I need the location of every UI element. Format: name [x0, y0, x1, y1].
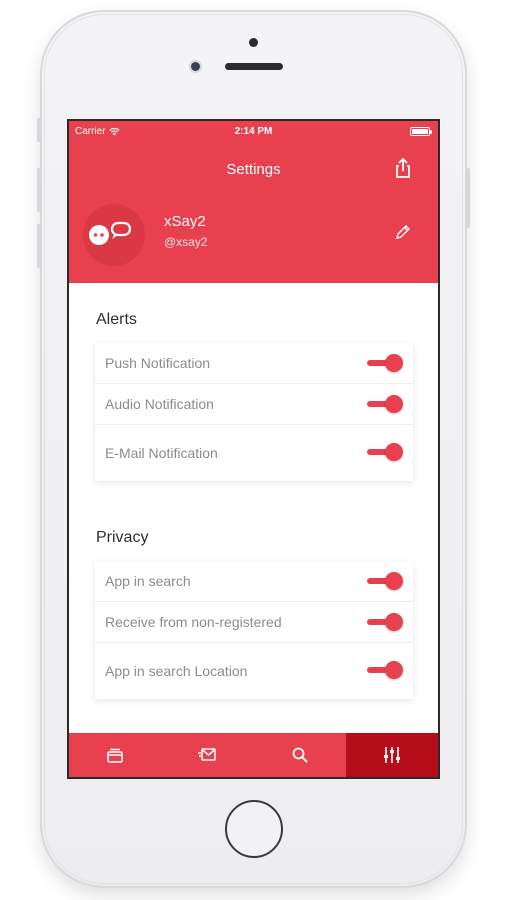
- settings-row[interactable]: App in search Location: [95, 643, 413, 699]
- row-label: Receive from non-registered: [105, 614, 282, 630]
- mute-switch: [37, 118, 41, 142]
- status-bar: Carrier 2:14 PM: [69, 121, 438, 141]
- row-label: Push Notification: [105, 355, 211, 371]
- tab-search[interactable]: [254, 733, 346, 777]
- search-icon: [292, 747, 308, 763]
- battery-icon: [410, 127, 432, 136]
- proximity-sensor: [249, 38, 258, 47]
- profile-row[interactable]: xSay2 @xsay2: [69, 193, 438, 283]
- volume-down-button: [37, 224, 41, 268]
- profile-header: Carrier 2:14 PM Settings xSay2 @xsay2: [69, 121, 438, 283]
- send-message-icon: [198, 748, 217, 761]
- front-camera: [191, 62, 200, 71]
- app-in-search-location-toggle[interactable]: [367, 661, 403, 679]
- section-title-privacy: Privacy: [96, 529, 149, 546]
- page-title: Settings: [226, 161, 281, 178]
- settings-row[interactable]: Push Notification: [95, 343, 413, 384]
- inbox-icon: [107, 748, 123, 763]
- chat-bubbles-logo-icon: [89, 221, 132, 245]
- privacy-card: App in search Receive from non-registere…: [95, 561, 413, 699]
- tab-bar: [69, 733, 438, 777]
- push-notification-toggle[interactable]: [367, 354, 403, 372]
- settings-row[interactable]: Receive from non-registered: [95, 602, 413, 643]
- home-button[interactable]: [225, 800, 283, 858]
- volume-up-button: [37, 168, 41, 212]
- section-title-alerts: Alerts: [96, 311, 137, 328]
- earpiece-speaker: [225, 63, 283, 70]
- sliders-icon: [383, 747, 400, 763]
- user-name: xSay2: [164, 213, 206, 230]
- app-in-search-toggle[interactable]: [367, 572, 403, 590]
- tab-settings[interactable]: [345, 733, 438, 777]
- row-label: App in search: [105, 573, 191, 589]
- status-time: 2:14 PM: [234, 126, 273, 137]
- receive-non-registered-toggle[interactable]: [367, 613, 403, 631]
- row-label: App in search Location: [105, 663, 248, 679]
- email-notification-toggle[interactable]: [367, 443, 403, 461]
- settings-row[interactable]: E-Mail Notification: [95, 425, 413, 481]
- pencil-icon[interactable]: [394, 223, 412, 241]
- user-handle: @xsay2: [164, 235, 208, 249]
- row-label: E-Mail Notification: [105, 445, 218, 461]
- app-screen: Carrier 2:14 PM Settings xSay2 @xsay2 Al…: [67, 119, 440, 779]
- settings-row[interactable]: App in search: [95, 561, 413, 602]
- settings-row[interactable]: Audio Notification: [95, 384, 413, 425]
- row-label: Audio Notification: [105, 396, 214, 412]
- share-icon[interactable]: [392, 157, 414, 179]
- audio-notification-toggle[interactable]: [367, 395, 403, 413]
- tab-messages[interactable]: [161, 733, 253, 777]
- power-button: [466, 168, 470, 228]
- alerts-card: Push Notification Audio Notification E-M…: [95, 343, 413, 481]
- tab-inbox[interactable]: [69, 733, 161, 777]
